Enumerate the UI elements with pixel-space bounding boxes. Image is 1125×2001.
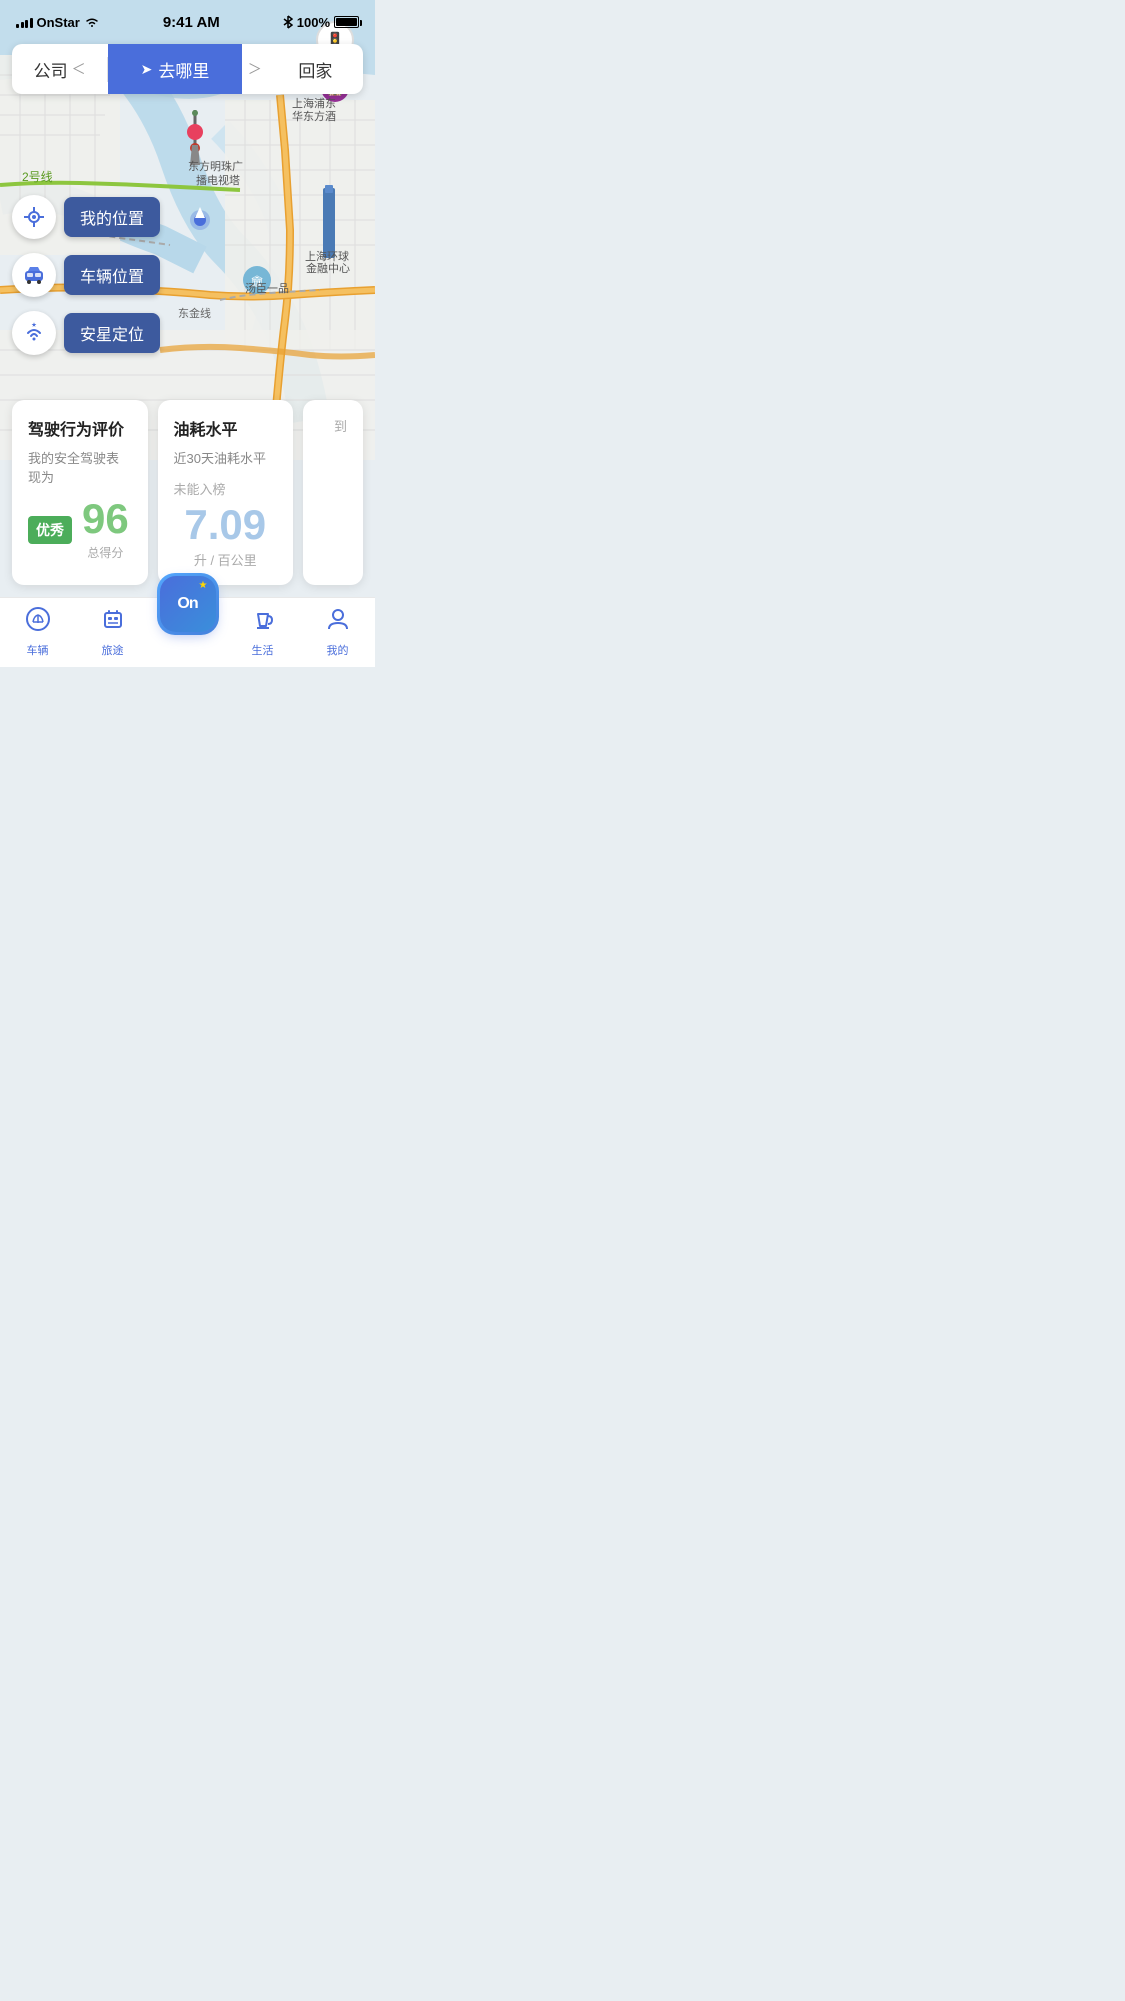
driving-behavior-card[interactable]: 驾驶行为评价 我的安全驾驶表现为 优秀 96 总得分 — [12, 400, 148, 585]
tab-vehicle[interactable]: 车辆 — [0, 606, 75, 658]
fuel-card-title: 油耗水平 — [174, 416, 278, 440]
star-location-icon-circle[interactable] — [12, 311, 56, 355]
search-destination-button[interactable]: ➤ 去哪里 — [108, 44, 241, 94]
vehicle-location-icon-circle[interactable] — [12, 253, 56, 297]
bottom-cards: 驾驶行为评价 我的安全驾驶表现为 优秀 96 总得分 油耗水平 近30天油耗水平… — [0, 388, 375, 597]
vehicle-tab-icon — [25, 606, 51, 639]
search-company-button[interactable]: 公司 ＜ — [12, 57, 108, 82]
chevron-right-icon: ＞ — [248, 59, 262, 79]
tab-life[interactable]: 生活 — [225, 606, 300, 658]
destination-label: 去哪里 — [158, 57, 209, 82]
driving-score: 96 — [82, 498, 129, 540]
status-time: 9:41 AM — [163, 14, 220, 31]
battery-percent: 100% — [297, 15, 330, 30]
map-label-swfc2: 金融中心 — [306, 260, 350, 276]
tab-trip[interactable]: 旅途 — [75, 606, 150, 658]
map-label-line2: 2号线 — [22, 168, 53, 185]
map-label-pudong2: 华东方酒 — [292, 108, 336, 124]
trip-tab-label: 旅途 — [102, 642, 124, 658]
tab-bar: 车辆 旅途 On ★ 生活 — [0, 597, 375, 667]
life-tab-icon — [250, 606, 276, 639]
search-home-button[interactable]: 回家 — [268, 57, 363, 82]
company-label: 公司 — [34, 57, 68, 82]
home-label: 回家 — [298, 57, 332, 82]
driving-card-bottom: 优秀 96 总得分 — [28, 498, 132, 561]
third-card[interactable]: 到 — [303, 400, 363, 585]
mine-tab-icon — [325, 606, 351, 639]
tab-center[interactable]: On ★ — [150, 596, 225, 635]
location-buttons: 我的位置 车辆位置 — [12, 195, 160, 355]
signal-bar-2 — [21, 22, 24, 28]
excellent-badge: 优秀 — [28, 516, 72, 544]
my-location-button[interactable]: 我的位置 — [64, 197, 160, 237]
vehicle-tab-label: 车辆 — [27, 642, 49, 658]
map-label-tangchen: 汤臣一品 — [245, 280, 289, 296]
vehicle-location-row[interactable]: 车辆位置 — [12, 253, 160, 297]
third-card-label: 到 — [334, 416, 347, 435]
fuel-card[interactable]: 油耗水平 近30天油耗水平 未能入榜 7.09 升 / 百公里 — [158, 400, 294, 585]
bluetooth-icon — [283, 15, 293, 29]
star-location-button[interactable]: 安星定位 — [64, 313, 160, 353]
navigation-icon: ➤ — [141, 61, 153, 78]
center-tab-button[interactable]: On ★ — [160, 576, 216, 632]
vehicle-location-button[interactable]: 车辆位置 — [64, 255, 160, 295]
location-crosshair-icon — [22, 205, 46, 229]
battery-fill — [336, 18, 357, 26]
status-right: 100% — [283, 15, 359, 30]
center-tab-label: On — [177, 595, 197, 613]
chevron-left-icon: ＜ — [72, 59, 86, 79]
signal-bars — [16, 16, 33, 28]
life-tab-label: 生活 — [252, 642, 274, 658]
car-icon — [22, 263, 46, 287]
my-location-row[interactable]: 我的位置 — [12, 195, 160, 239]
signal-bar-3 — [25, 20, 28, 28]
my-location-icon-circle[interactable] — [12, 195, 56, 239]
fuel-unit: 升 / 百公里 — [174, 550, 278, 569]
map-label-pearl2: 播电视塔 — [196, 172, 240, 188]
carrier-label: OnStar — [37, 15, 80, 30]
status-bar: OnStar 9:41 AM 100% — [0, 0, 375, 44]
search-bar[interactable]: 公司 ＜ ➤ 去哪里 ＞ 回家 — [12, 44, 363, 94]
battery-icon — [334, 16, 359, 28]
driving-score-label: 总得分 — [82, 544, 129, 561]
right-section: ＞ — [242, 59, 268, 79]
fuel-card-subtitle: 近30天油耗水平 — [174, 448, 278, 467]
wifi-icon — [84, 16, 100, 28]
driving-card-subtitle: 我的安全驾驶表现为 — [28, 448, 132, 486]
trip-tab-icon — [100, 606, 126, 639]
fuel-card-note: 未能入榜 — [174, 479, 278, 498]
satellite-icon — [22, 321, 46, 345]
center-tab-star: ★ — [199, 580, 208, 591]
map-label-dongjin: 东金线 — [178, 305, 211, 321]
tab-mine[interactable]: 我的 — [300, 606, 375, 658]
driving-card-title: 驾驶行为评价 — [28, 416, 132, 440]
signal-bar-1 — [16, 24, 19, 28]
star-location-row[interactable]: 安星定位 — [12, 311, 160, 355]
status-left: OnStar — [16, 15, 100, 30]
fuel-value: 7.09 — [174, 504, 278, 546]
mine-tab-label: 我的 — [327, 642, 349, 658]
signal-bar-4 — [30, 18, 33, 28]
